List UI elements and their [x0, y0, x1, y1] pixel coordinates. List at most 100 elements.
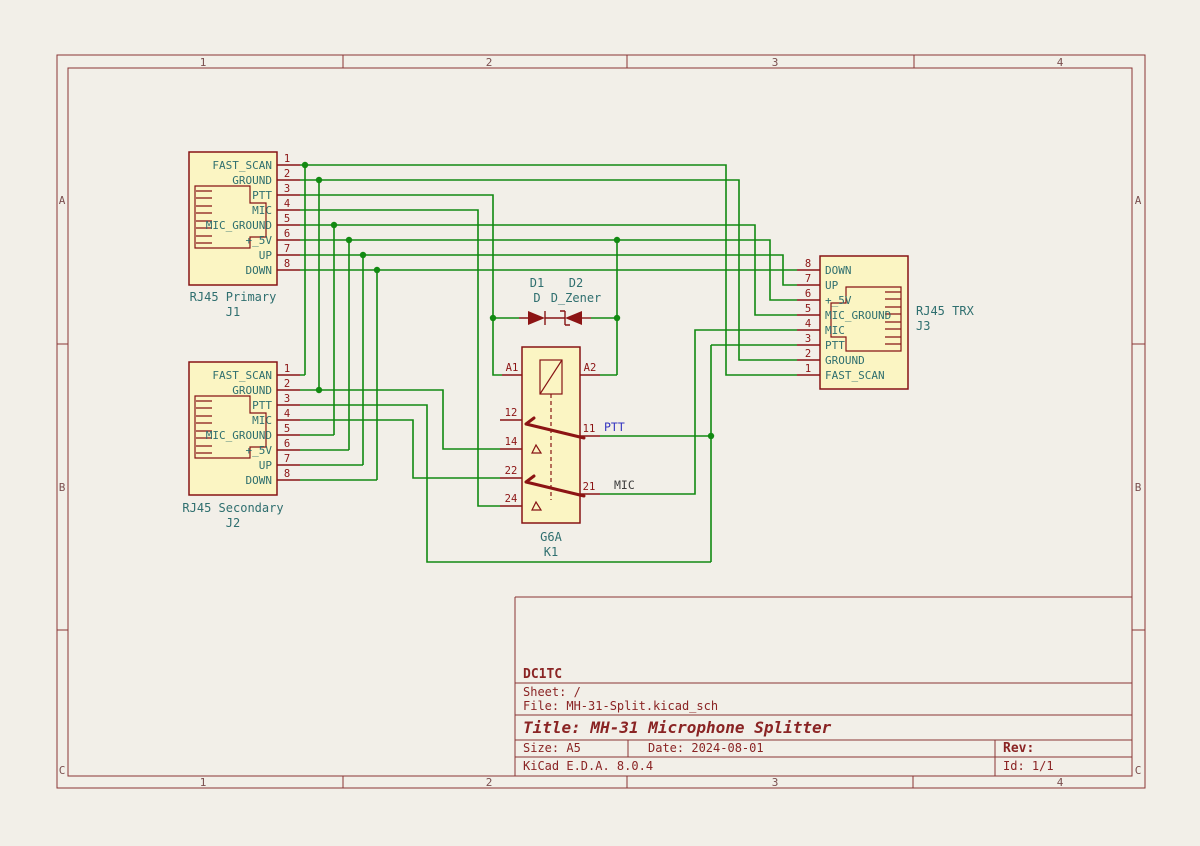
d2-value[interactable]: D_Zener — [551, 291, 602, 305]
j1-pin-number: 3 — [284, 183, 290, 195]
j1-pin-number: 4 — [284, 198, 290, 210]
k1-pin-22: 22 — [505, 465, 518, 477]
zone-col-label: 1 — [200, 776, 207, 789]
zone-row-label: C — [59, 764, 66, 777]
component-j3[interactable]: 8 7 6 5 4 3 2 1 DOWN UP +_5V MIC_GROUND … — [797, 256, 975, 389]
j3-pin-name: FAST_SCAN — [825, 369, 885, 382]
junction-dot — [360, 252, 366, 258]
k1-pin-14: 14 — [505, 436, 518, 448]
j2-pin-number: 2 — [284, 378, 290, 390]
zone-row-label: B — [59, 481, 66, 494]
j1-pin-name: DOWN — [246, 264, 273, 277]
j2-pin-number: 7 — [284, 453, 290, 465]
zone-col-label: 2 — [486, 776, 493, 789]
j2-pin-name: GROUND — [232, 384, 272, 397]
j1-pin-number: 5 — [284, 213, 290, 225]
title-block-tool: KiCad E.D.A. 8.0.4 — [523, 759, 653, 773]
k1-pin-21: 21 — [583, 481, 596, 493]
j2-pin-name: UP — [259, 459, 273, 472]
k1-pin-a1: A1 — [506, 362, 519, 374]
net-label-mic[interactable]: MIC — [614, 478, 635, 492]
junction-dot — [490, 315, 496, 321]
j3-pin-name: GROUND — [825, 354, 865, 367]
j2-pin-number: 4 — [284, 408, 290, 420]
j3-pin-number: 7 — [805, 273, 811, 285]
schematic-svg: 1 2 3 4 1 2 3 4 A B C A B C DC1TC Sheet:… — [0, 0, 1200, 846]
zone-row-label: A — [59, 194, 66, 207]
j2-pin-name: MIC_GROUND — [206, 429, 272, 442]
j1-value[interactable]: RJ45 Primary — [190, 290, 277, 304]
zener-diode-icon[interactable] — [565, 311, 582, 325]
junction-dot — [708, 433, 714, 439]
j3-pin-number: 8 — [805, 258, 811, 270]
j2-pin-name: +_5V — [246, 444, 273, 457]
j1-pin-name: MIC_GROUND — [206, 219, 272, 232]
d1-reference[interactable]: D1 — [530, 276, 544, 290]
junction-dot — [614, 315, 620, 321]
j2-pin-name: PTT — [252, 399, 272, 412]
title-block-id: Id: 1/1 — [1003, 759, 1054, 773]
j2-pin-number: 1 — [284, 363, 290, 375]
zone-col-label: 4 — [1057, 776, 1064, 789]
j3-pin-number: 2 — [805, 348, 811, 360]
k1-pin-a2: A2 — [584, 362, 597, 374]
j3-pin-name: UP — [825, 279, 839, 292]
wire-net-ptt-j1[interactable] — [300, 195, 519, 375]
k1-pin-11: 11 — [583, 423, 596, 435]
zone-row-label: B — [1135, 481, 1142, 494]
j3-pin-number: 3 — [805, 333, 811, 345]
k1-reference[interactable]: K1 — [544, 545, 558, 559]
j3-reference[interactable]: J3 — [916, 319, 930, 333]
component-j1[interactable]: 1 2 3 4 5 6 7 8 FAST_SCAN GROUND PTT MIC… — [189, 152, 300, 319]
j1-reference[interactable]: J1 — [226, 305, 240, 319]
j1-pin-number: 2 — [284, 168, 290, 180]
j1-pin-number: 7 — [284, 243, 290, 255]
zone-col-label: 2 — [486, 56, 493, 69]
j3-pin-name: PTT — [825, 339, 845, 352]
title-block: DC1TC Sheet: / File: MH-31-Split.kicad_s… — [515, 597, 1132, 776]
k1-pin-24: 24 — [505, 493, 518, 505]
zone-col-label: 3 — [772, 776, 779, 789]
title-block-file: File: MH-31-Split.kicad_sch — [523, 699, 718, 713]
j3-pin-number: 6 — [805, 288, 811, 300]
j3-pin-name: MIC — [825, 324, 845, 337]
k1-value[interactable]: G6A — [540, 530, 562, 544]
zone-row-label: A — [1135, 194, 1142, 207]
component-k1[interactable]: A1 A2 12 14 22 24 11 21 G6A K1 — [500, 347, 600, 559]
title-block-title: Title: MH-31 Microphone Splitter — [523, 718, 832, 737]
title-block-rev: Rev: — [1003, 741, 1034, 756]
j1-pin-name: UP — [259, 249, 273, 262]
title-block-sheet: Sheet: / — [523, 685, 581, 699]
k1-pin-12: 12 — [505, 407, 518, 419]
j3-pin-name: +_5V — [825, 294, 852, 307]
junction-dot — [614, 237, 620, 243]
j1-pin-name: +_5V — [246, 234, 273, 247]
j1-pin-name: MIC — [252, 204, 272, 217]
d1-value[interactable]: D — [533, 291, 540, 305]
component-j2[interactable]: 1 2 3 4 5 6 7 8 FAST_SCAN GROUND PTT MIC… — [182, 362, 300, 530]
zone-col-label: 1 — [200, 56, 207, 69]
j2-value[interactable]: RJ45 Secondary — [182, 501, 283, 515]
diode-icon[interactable] — [528, 311, 545, 325]
zone-col-label: 3 — [772, 56, 779, 69]
j2-reference[interactable]: J2 — [226, 516, 240, 530]
j3-value[interactable]: RJ45 TRX — [916, 304, 975, 318]
zone-row-label: C — [1135, 764, 1142, 777]
j3-pin-number: 5 — [805, 303, 811, 315]
zone-col-label: 4 — [1057, 56, 1064, 69]
net-label-ptt[interactable]: PTT — [604, 420, 625, 434]
junction-dot — [302, 162, 308, 168]
j2-pin-name: FAST_SCAN — [212, 369, 272, 382]
j1-pin-name: FAST_SCAN — [212, 159, 272, 172]
j2-pin-number: 8 — [284, 468, 290, 480]
junction-dot — [316, 387, 322, 393]
title-block-lines — [515, 597, 1132, 776]
j3-pin-name: MIC_GROUND — [825, 309, 891, 322]
d2-reference[interactable]: D2 — [569, 276, 583, 290]
j2-pin-number: 3 — [284, 393, 290, 405]
j1-pin-name: PTT — [252, 189, 272, 202]
junction-dot — [316, 177, 322, 183]
title-block-size: Size: A5 — [523, 741, 581, 755]
title-block-date: Date: 2024-08-01 — [648, 741, 764, 755]
j3-pin-number: 1 — [805, 363, 811, 375]
